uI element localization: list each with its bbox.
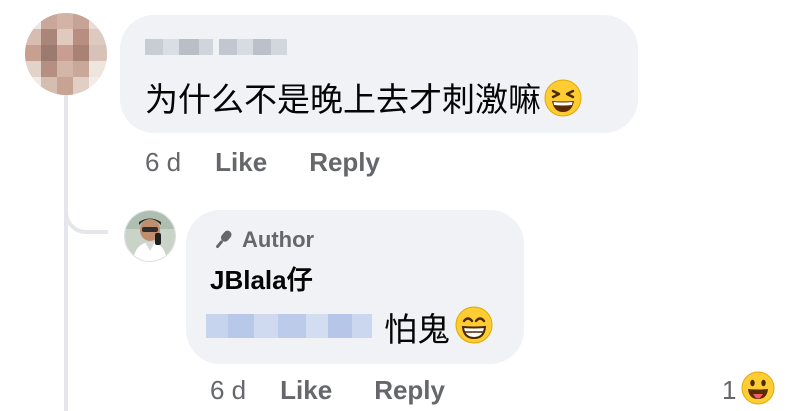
reply-mention-redacted[interactable] — [206, 312, 372, 340]
author-badge: Author — [210, 226, 314, 254]
grinning-squinting-face-icon — [543, 78, 583, 123]
beaming-face-icon — [454, 305, 494, 350]
reply-author-name[interactable]: JBlala仔 — [210, 260, 313, 297]
commenter-name-redacted[interactable] — [145, 35, 287, 59]
microphone-icon — [210, 227, 236, 253]
reply-timestamp[interactable]: 6 d — [210, 375, 246, 406]
comment-timestamp[interactable]: 6 d — [145, 147, 181, 178]
reply-reply-button[interactable]: Reply — [374, 375, 445, 406]
reply-like-button[interactable]: Like — [280, 375, 332, 406]
reply-author-avatar[interactable] — [124, 210, 176, 262]
comment-reply-button[interactable]: Reply — [309, 147, 380, 178]
reaction-count: 1 — [722, 374, 737, 405]
comment-text: 为什么不是晚上去才刺激嘛 — [145, 81, 541, 118]
reply-text-row: 怕鬼 — [384, 306, 494, 348]
thread-line-vertical — [64, 88, 68, 411]
face-with-tongue-icon — [740, 370, 776, 411]
thread-line-curve — [64, 196, 108, 234]
reply-text: 怕鬼 — [384, 311, 450, 348]
comment-text-row: 为什么不是晚上去才刺激嘛 — [145, 78, 583, 122]
comment-actions: 6 d Like Reply — [145, 146, 380, 178]
reply-actions: 6 d Like Reply — [210, 374, 445, 406]
reaction-summary[interactable]: 1 — [722, 370, 776, 410]
comment-like-button[interactable]: Like — [215, 147, 267, 178]
commenter-avatar[interactable] — [25, 13, 107, 95]
author-badge-label: Author — [242, 227, 315, 252]
